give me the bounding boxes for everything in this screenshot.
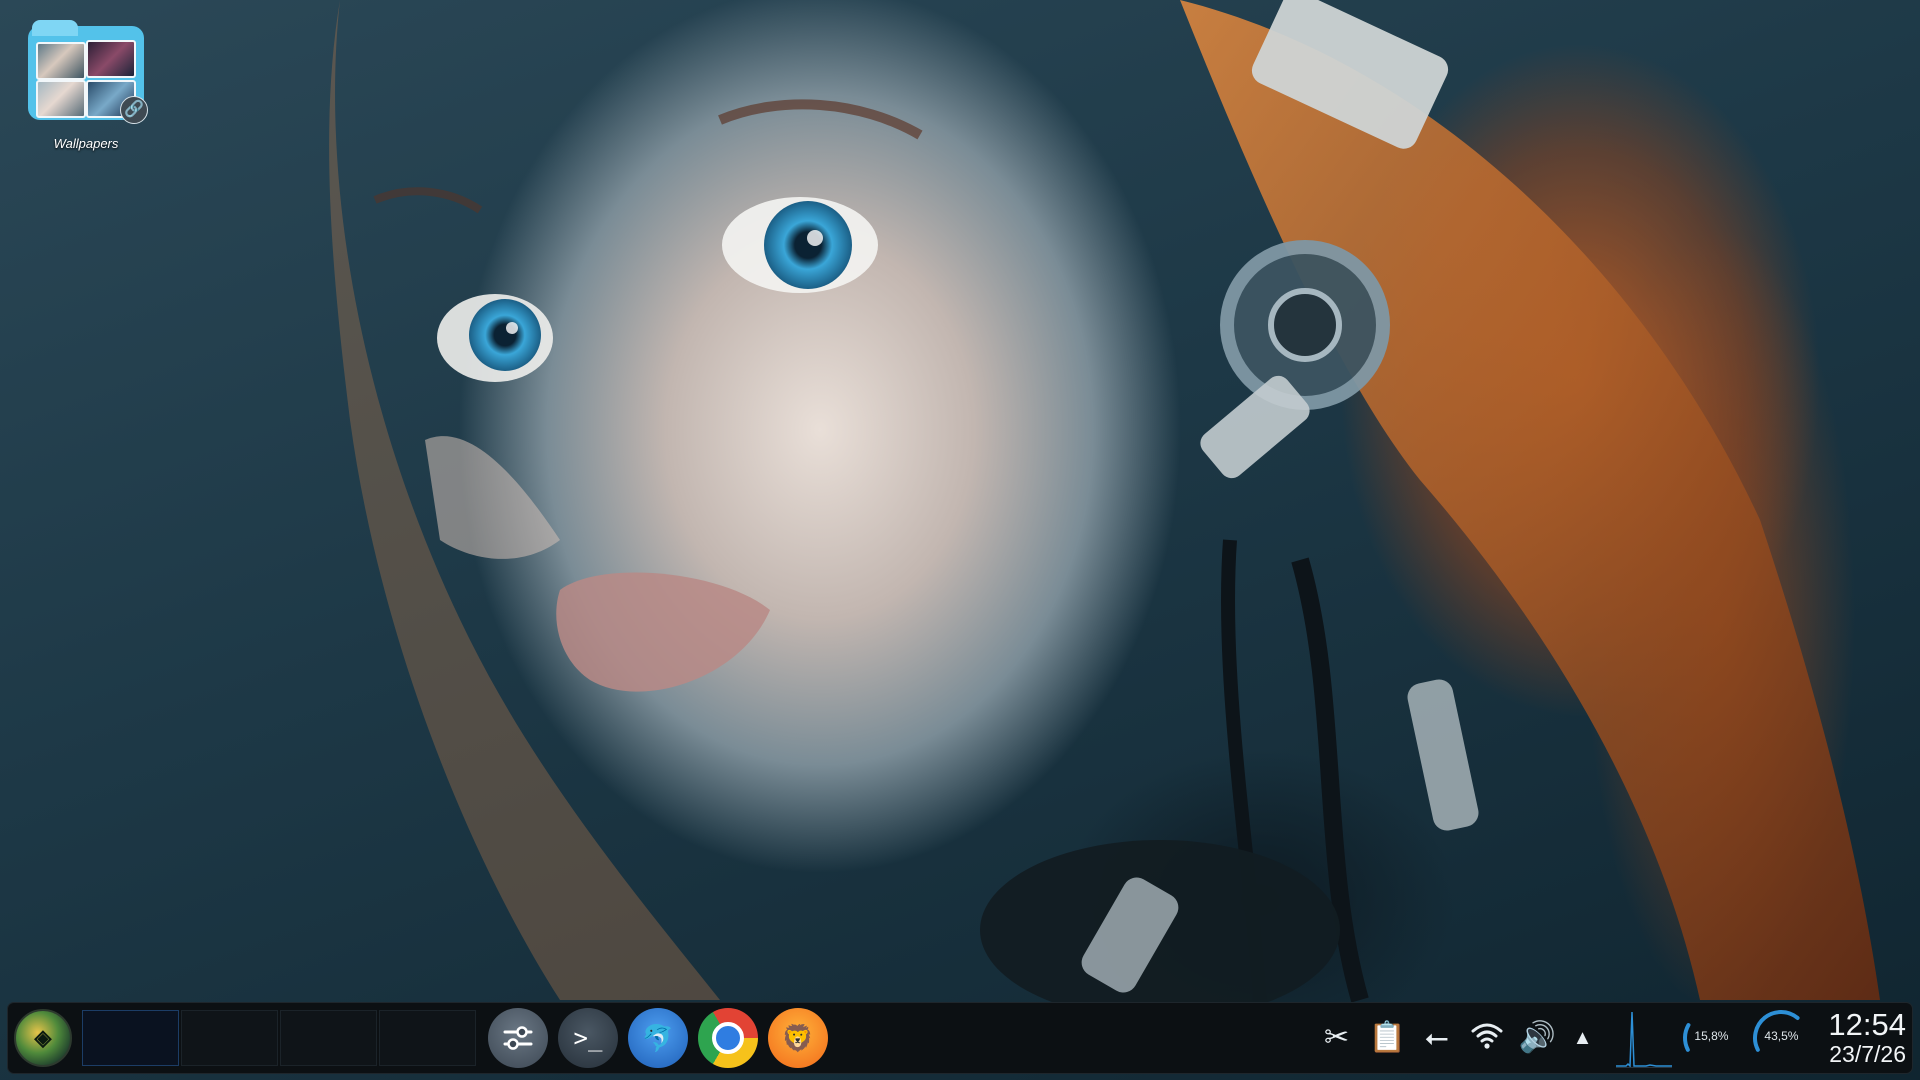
memory-usage-gauge[interactable]: 43,5% <box>1750 1007 1812 1069</box>
settings-sliders-icon[interactable] <box>488 1008 548 1068</box>
usb-icon[interactable]: ⭠ <box>1419 1023 1455 1053</box>
desktop-icon-label: Wallpapers <box>53 136 119 151</box>
clock-date: 23/7/26 <box>1829 1041 1906 1067</box>
dolphin-file-manager-icon[interactable]: 🐬 <box>628 1008 688 1068</box>
clipboard-icon[interactable]: 📋 <box>1369 1023 1406 1053</box>
virtual-desktop-1[interactable] <box>82 1010 179 1066</box>
task-manager: >_ 🐬 🦁 <box>488 1008 828 1068</box>
system-tray: ✂ 📋 ⭠ 🔊 ▲ <box>1319 1020 1593 1056</box>
cpu-history-graph[interactable] <box>1616 1009 1673 1068</box>
terminal-icon[interactable]: >_ <box>558 1008 618 1068</box>
memory-usage-value: 43,5% <box>1764 1029 1799 1043</box>
clock-time: 12:54 <box>1828 1007 1906 1042</box>
link-icon: 🔗 <box>120 96 148 124</box>
wifi-icon[interactable] <box>1469 1020 1505 1056</box>
scissors-icon[interactable]: ✂ <box>1319 1023 1355 1053</box>
desktop-wallpaper <box>0 0 1920 1080</box>
chrome-icon[interactable] <box>698 1008 758 1068</box>
cpu-usage-gauge[interactable]: 15,8% <box>1680 1007 1742 1069</box>
volume-icon[interactable]: 🔊 <box>1519 1023 1556 1053</box>
desktop-icon-wallpapers[interactable]: 🔗 Wallpapers <box>18 20 154 151</box>
app-launcher-icon[interactable]: ◈ <box>14 1009 72 1067</box>
virtual-desktop-3[interactable] <box>280 1010 377 1066</box>
digital-clock[interactable]: 12:54 23/7/26 <box>1828 1007 1906 1068</box>
folder-link-icon: 🔗 <box>22 20 150 124</box>
tray-expand-arrow-icon[interactable]: ▲ <box>1573 1027 1593 1050</box>
virtual-desktop-2[interactable] <box>181 1010 278 1066</box>
cpu-usage-value: 15,8% <box>1694 1029 1729 1043</box>
taskbar-panel: ◈ >_ 🐬 🦁 ✂ 📋 ⭠ 🔊 ▲ 15,8% 43,5% 12:54 23/… <box>8 1003 1912 1073</box>
virtual-desktop-pager <box>82 1010 476 1066</box>
brave-lion-icon[interactable]: 🦁 <box>768 1008 828 1068</box>
virtual-desktop-4[interactable] <box>379 1010 476 1066</box>
